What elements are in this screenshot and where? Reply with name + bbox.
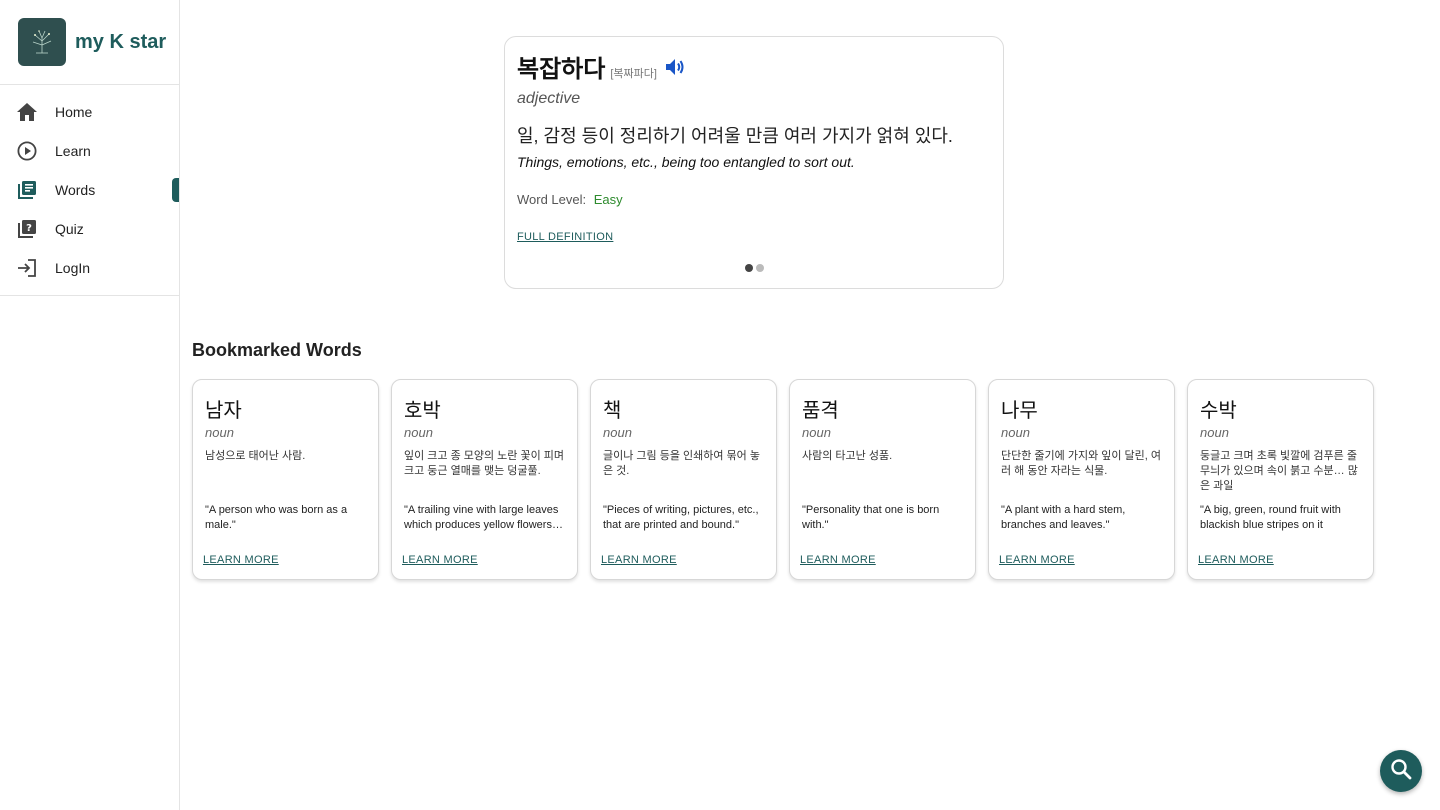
card-definition-korean: 글이나 그림 등을 인쇄하여 묶어 놓은 것. <box>603 450 760 477</box>
featured-word: 복잡하다 <box>517 56 606 83</box>
learn-more-link[interactable]: LEARN MORE <box>601 554 677 566</box>
pronunciation: [복짜파다] <box>610 68 657 80</box>
learn-more-link[interactable]: LEARN MORE <box>800 554 876 566</box>
card-definition-english: "Personality that one is born with." <box>802 504 940 531</box>
main-nav: Home Learn Words ? Quiz LogIn <box>0 85 179 296</box>
nav-item-label: Words <box>55 181 96 198</box>
nav-item-quiz[interactable]: ? Quiz <box>0 209 179 248</box>
nav-item-home[interactable]: Home <box>0 92 179 131</box>
card-word: 남자 <box>205 400 242 422</box>
learn-more-link[interactable]: LEARN MORE <box>999 554 1075 566</box>
nav-item-learn[interactable]: Learn <box>0 131 179 170</box>
speaker-icon[interactable] <box>663 55 687 79</box>
card-word: 수박 <box>1200 400 1237 422</box>
definition-korean: 일, 감정 등이 정리하기 어려울 만큼 여러 가지가 얽혀 있다. <box>517 126 953 146</box>
bookmark-card[interactable]: 품격 noun 사람의 타고난 성품. "Personality that on… <box>789 379 976 580</box>
card-definition-english: "Pieces of writing, pictures, etc., that… <box>603 504 759 531</box>
card-part-of-speech: noun <box>1001 425 1030 440</box>
card-definition-english: "A plant with a hard stem, branches and … <box>1001 504 1126 531</box>
bookmark-card[interactable]: 남자 noun 남성으로 태어난 사람. "A person who was b… <box>192 379 379 580</box>
nav-item-label: Home <box>55 103 93 120</box>
brand-name: my K star <box>75 30 167 53</box>
bookmarked-title: Bookmarked Words <box>192 340 362 360</box>
featured-word-card: 복잡하다 [복짜파다] adjective 일, 감정 등이 정리하기 어려울 … <box>504 36 1004 289</box>
carousel-dot[interactable] <box>744 264 753 272</box>
card-definition-korean: 남성으로 태어난 사람. <box>205 450 306 462</box>
tree-logo-icon <box>18 18 66 66</box>
search-icon <box>1389 757 1413 786</box>
home-icon <box>16 101 38 123</box>
card-definition-english: "A person who was born as a male." <box>205 504 348 531</box>
library-books-icon <box>16 179 38 201</box>
search-fab-button[interactable] <box>1380 750 1422 792</box>
carousel-dots <box>505 264 1003 272</box>
definition-english: Things, emotions, etc., being too entang… <box>517 154 855 170</box>
login-icon <box>16 257 38 279</box>
featured-part-of-speech: adjective <box>517 90 581 107</box>
full-definition-link[interactable]: FULL DEFINITION <box>517 231 613 243</box>
nav-item-label: Learn <box>55 142 91 159</box>
card-part-of-speech: noun <box>802 425 831 440</box>
card-definition-english: "A trailing vine with large leaves which… <box>404 504 563 531</box>
active-indicator <box>172 178 179 202</box>
learn-more-link[interactable]: LEARN MORE <box>1198 554 1274 566</box>
sidebar: my K star Home Learn Words ? Quiz LogIn <box>0 0 180 810</box>
learn-more-link[interactable]: LEARN MORE <box>203 554 279 566</box>
quiz-icon: ? <box>16 218 38 240</box>
card-part-of-speech: noun <box>205 425 234 440</box>
card-word: 품격 <box>802 400 839 422</box>
card-word: 책 <box>603 400 622 422</box>
bookmark-card[interactable]: 수박 noun 둥글고 크며 초록 빛깔에 검푸른 줄무늬가 있으며 속이 붉고… <box>1187 379 1374 580</box>
bookmark-card[interactable]: 나무 noun 단단한 줄기에 가지와 잎이 달린, 여러 해 동안 자라는 식… <box>988 379 1175 580</box>
carousel-dot[interactable] <box>755 264 764 272</box>
card-part-of-speech: noun <box>1200 425 1229 440</box>
bookmark-card[interactable]: 호박 noun 잎이 크고 종 모양의 노란 꽃이 피며 크고 둥근 열매를 맺… <box>391 379 578 580</box>
card-word: 호박 <box>404 400 441 422</box>
nav-item-words[interactable]: Words <box>0 170 179 209</box>
word-level-value: Easy <box>593 192 623 207</box>
card-part-of-speech: noun <box>603 425 632 440</box>
card-definition-korean: 사람의 타고난 성품. <box>802 450 893 462</box>
card-definition-korean: 둥글고 크며 초록 빛깔에 검푸른 줄무늬가 있으며 속이 붉고 수분… 많은 … <box>1200 450 1358 492</box>
card-definition-korean: 잎이 크고 종 모양의 노란 꽃이 피며 크고 둥근 열매를 맺는 덩굴풀. <box>404 450 565 477</box>
nav-item-label: LogIn <box>55 259 91 276</box>
word-level: Word Level: Easy <box>517 192 991 207</box>
word-level-label: Word Level: <box>517 192 587 207</box>
bookmark-card[interactable]: 책 noun 글이나 그림 등을 인쇄하여 묶어 놓은 것. "Pieces o… <box>590 379 777 580</box>
brand[interactable]: my K star <box>0 0 179 85</box>
card-word: 나무 <box>1001 400 1038 422</box>
nav-item-label: Quiz <box>55 220 84 237</box>
card-definition-korean: 단단한 줄기에 가지와 잎이 달린, 여러 해 동안 자라는 식물. <box>1001 450 1162 477</box>
play-circle-icon <box>16 140 38 162</box>
card-definition-english: "A big, green, round fruit with blackish… <box>1200 504 1341 531</box>
learn-more-link[interactable]: LEARN MORE <box>402 554 478 566</box>
nav-item-login[interactable]: LogIn <box>0 248 179 287</box>
svg-text:?: ? <box>26 223 32 234</box>
card-part-of-speech: noun <box>404 425 433 440</box>
featured-title-row: 복잡하다 [복짜파다] <box>517 49 991 84</box>
bookmarked-card-list: 남자 noun 남성으로 태어난 사람. "A person who was b… <box>192 379 1374 580</box>
